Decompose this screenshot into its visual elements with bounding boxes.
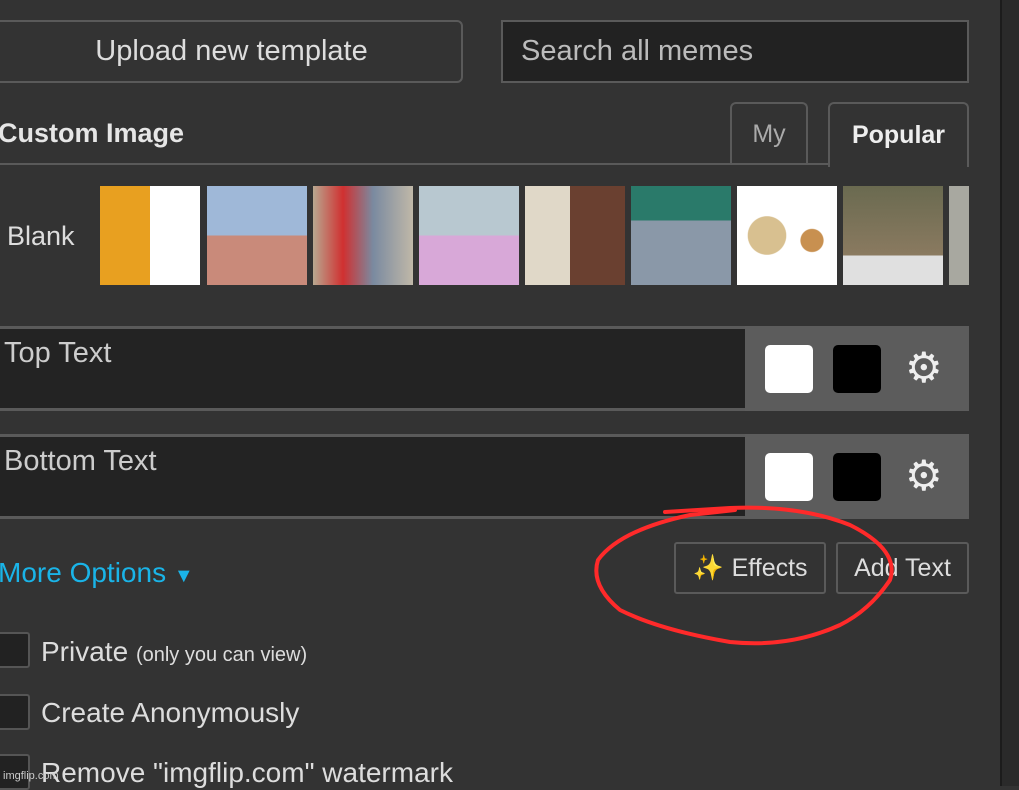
red-circle-annotation (594, 505, 894, 646)
